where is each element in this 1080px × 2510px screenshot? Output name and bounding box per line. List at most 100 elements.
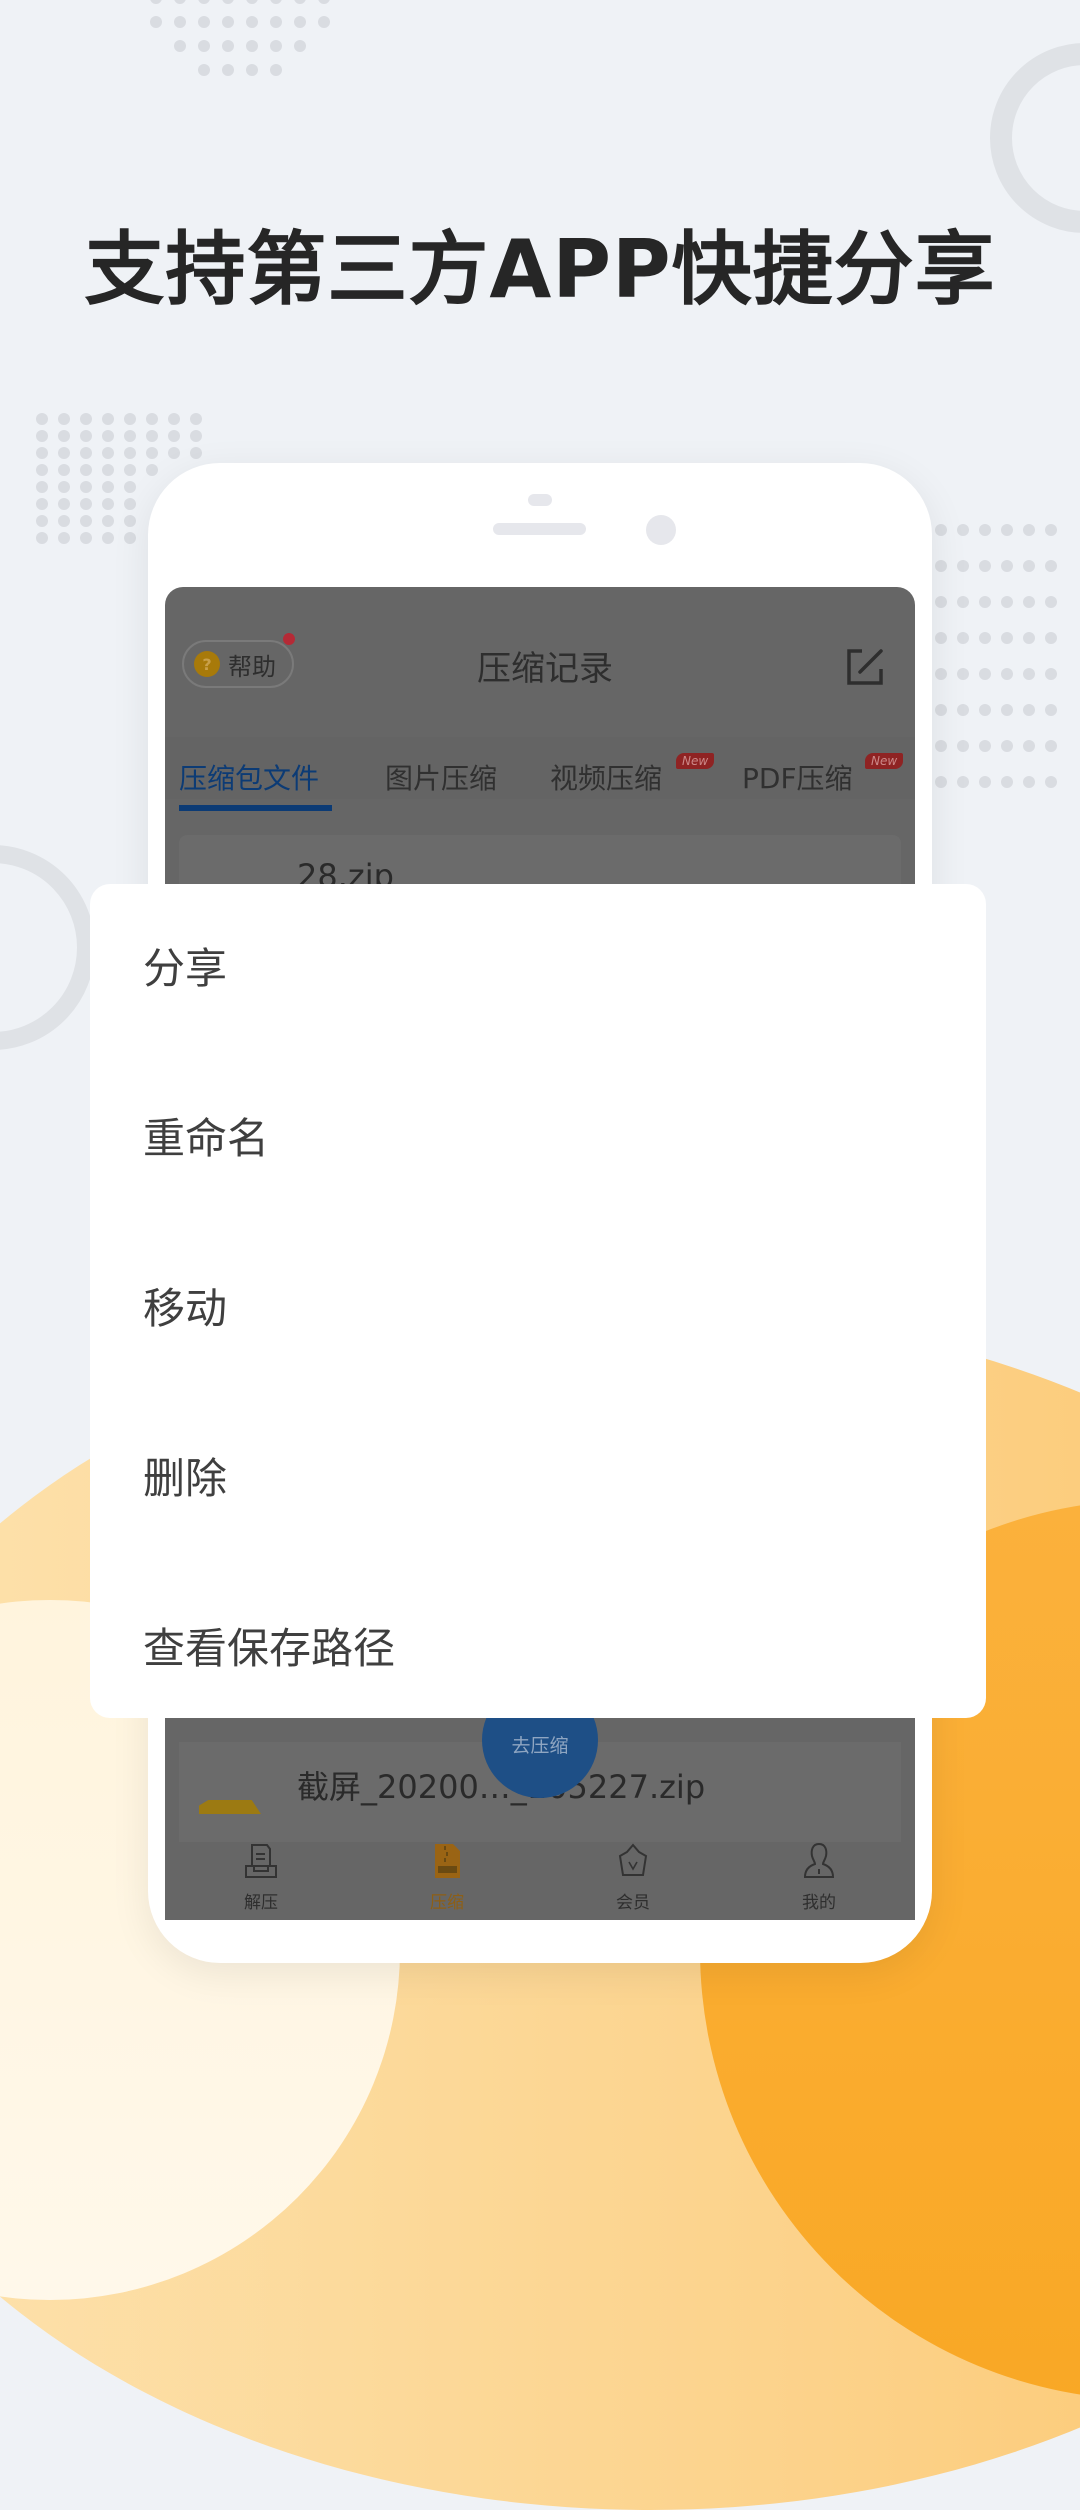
decorative-dot [1023,704,1035,716]
menu-item-share[interactable]: 分享 [143,935,943,996]
nav-item-extract[interactable]: 解压 [201,1842,321,1913]
menu-item-view-save-path[interactable]: 查看保存路径 [143,1615,943,1676]
tab-pdf-compress[interactable]: PDF压缩 New [742,753,904,797]
decorative-dot [294,0,306,4]
decorative-dot [979,596,991,608]
phone-speaker [493,523,586,535]
zip-file-icon [199,1800,261,1814]
decorative-dot [957,740,969,752]
decorative-dot [102,481,114,493]
user-icon [803,1842,835,1878]
decorative-dot [58,447,70,459]
decorative-dot [124,481,136,493]
decorative-dot [58,413,70,425]
menu-item-rename[interactable]: 重命名 [143,1105,943,1166]
zip-file-icon [435,1844,460,1878]
decorative-dot [124,447,136,459]
nav-label: 会员 [616,1893,650,1913]
decorative-dot [58,515,70,527]
decorative-dot [102,447,114,459]
decorative-dot [198,64,210,76]
tab-image-compress[interactable]: 图片压缩 [385,757,497,797]
inbox-document-icon [245,1844,277,1878]
decorative-dot [80,464,92,476]
decorative-dot [1045,704,1057,716]
decorative-dot [124,430,136,442]
decorative-dot [222,16,234,28]
decorative-dot [294,16,306,28]
decorative-dot [58,464,70,476]
decorative-dot [124,498,136,510]
decorative-dot [1045,740,1057,752]
decorative-dot [124,464,136,476]
tab-label: 图片压缩 [385,762,498,795]
decorative-dot [36,464,48,476]
decorative-dot [1001,740,1013,752]
nav-label: 压缩 [430,1893,464,1913]
decorative-dot [58,481,70,493]
decorative-dot [80,515,92,527]
decorative-dot [80,532,92,544]
decorative-dot [935,524,947,536]
decorative-dot [80,413,92,425]
decorative-dot [294,40,306,52]
decorative-dot [146,430,158,442]
nav-item-compress[interactable]: 压缩 [387,1842,507,1913]
decorative-dot [1001,632,1013,644]
decorative-dot [80,447,92,459]
decorative-dot [1023,740,1035,752]
decorative-dot [1023,524,1035,536]
decorative-dot [246,40,258,52]
nav-item-member[interactable]: 会员 [573,1842,693,1913]
decorative-dot [124,532,136,544]
decorative-dot [1045,668,1057,680]
decorative-dot [80,498,92,510]
decorative-dot [957,704,969,716]
decorative-dot [36,515,48,527]
decorative-dot [190,430,202,442]
decorative-dot [1045,632,1057,644]
decorative-dot [150,16,162,28]
decorative-dot [198,0,210,4]
decorative-dot [58,498,70,510]
tab-label: 压缩包文件 [179,762,320,795]
screen-title: 压缩记录 [477,649,613,689]
page-headline: 支持第三方APP快捷分享 [84,223,996,316]
decorative-dot [36,413,48,425]
decorative-dot [979,524,991,536]
decorative-dot [957,560,969,572]
decorative-dot [1001,596,1013,608]
decorative-dot [246,0,258,4]
decorative-dot [168,447,180,459]
decorative-dot [1023,776,1035,788]
active-tab-indicator [179,805,332,811]
tab-archive-files[interactable]: 压缩包文件 [179,757,319,797]
decorative-dot [1045,524,1057,536]
decorative-dot [979,776,991,788]
decorative-dot [979,632,991,644]
decorative-dot [80,430,92,442]
decorative-dot [935,596,947,608]
decorative-dot [102,430,114,442]
decorative-dot [102,498,114,510]
tab-bar: 压缩包文件 图片压缩 视频压缩 New PDF压缩 New [165,737,915,799]
phone-sensor [528,494,552,506]
decorative-dot [124,515,136,527]
decorative-dot [1001,524,1013,536]
menu-item-delete[interactable]: 删除 [143,1445,943,1506]
menu-item-move[interactable]: 移动 [143,1275,943,1336]
bottom-navigation: 解压 压缩 会员 我的 [165,1842,915,1920]
decorative-dot [102,464,114,476]
decorative-dot [146,413,158,425]
edit-icon[interactable] [845,647,885,687]
decorative-dot [246,16,258,28]
nav-item-profile[interactable]: 我的 [759,1842,879,1913]
decorative-dot [58,532,70,544]
decorative-dot [935,560,947,572]
phone-camera [646,515,676,545]
crown-v-icon [618,1843,648,1876]
go-compress-label: 去压缩 [511,1735,569,1757]
tab-video-compress[interactable]: 视频压缩 New [550,753,715,797]
nav-label: 解压 [244,1893,278,1913]
decorative-dot [146,447,158,459]
